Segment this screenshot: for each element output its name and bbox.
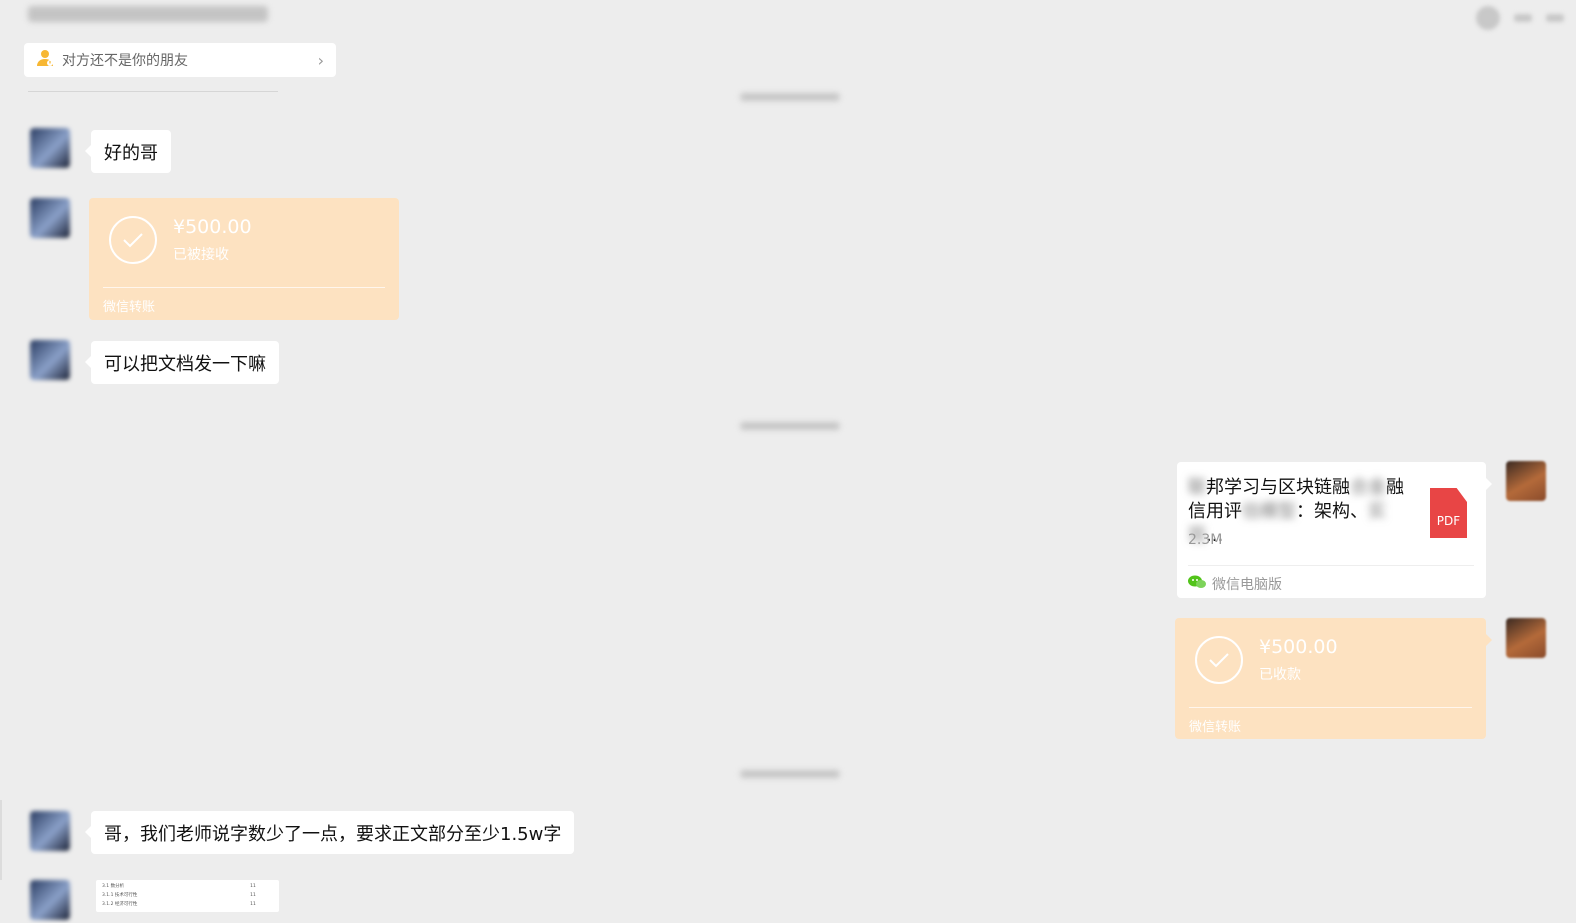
thumb-line: 3.1.1 技术可行性 11: [102, 892, 256, 898]
file-size: 2.3M: [1188, 532, 1223, 548]
header-avatar-icon[interactable]: [1476, 6, 1500, 30]
divider: [103, 287, 385, 288]
timestamp: [740, 422, 840, 430]
file-title: 联邦学习与区块链融合金融 信用评估模型：架构、实现...: [1188, 477, 1404, 546]
header-status-icon: [1514, 14, 1532, 22]
message-text: 好的哥: [104, 142, 158, 164]
message-bubble[interactable]: 可以把文档发一下嘛: [85, 341, 279, 384]
transfer-footer: 微信转账: [103, 300, 156, 315]
avatar[interactable]: [30, 880, 70, 920]
transfer-amount: ¥500.00: [173, 216, 252, 238]
transfer-footer: 微信转账: [1189, 720, 1242, 735]
more-icon[interactable]: [1546, 14, 1564, 22]
transfer-card[interactable]: ¥500.00 已收款 微信转账: [1175, 618, 1492, 739]
avatar[interactable]: [1506, 618, 1546, 658]
notice-divider: [28, 91, 278, 92]
avatar[interactable]: [1506, 461, 1546, 501]
transfer-status: 已收款: [1259, 667, 1301, 683]
divider: [1189, 707, 1472, 708]
check-icon: [109, 216, 157, 264]
avatar[interactable]: [30, 340, 70, 380]
avatar[interactable]: [30, 811, 70, 851]
message-bubble[interactable]: 好的哥: [85, 130, 171, 173]
transfer-status: 已被接收: [173, 247, 229, 263]
image-message[interactable]: 3.1 数分析 11 3.1.1 技术可行性 11 3.1.2 经济可行性 11: [96, 880, 279, 912]
avatar[interactable]: [30, 128, 70, 168]
message-bubble[interactable]: 哥，我们老师说字数少了一点，要求正文部分至少1.5w字: [84, 811, 575, 854]
scroll-edge: [0, 800, 2, 880]
transfer-amount: ¥500.00: [1259, 636, 1338, 658]
divider: [1188, 565, 1474, 566]
friend-notice[interactable]: 对方还不是你的朋友 ›: [24, 43, 336, 77]
check-icon: [1195, 636, 1243, 684]
transfer-card[interactable]: ¥500.00 已被接收 微信转账: [89, 198, 399, 320]
timestamp: [740, 770, 840, 778]
chat-title: [28, 6, 268, 22]
timestamp: [740, 93, 840, 101]
thumb-line: 3.1 数分析 11: [102, 883, 256, 889]
thumb-line: 3.1.2 经济可行性 11: [102, 901, 256, 907]
message-text: 可以把文档发一下嘛: [104, 353, 266, 375]
chevron-right-icon: ›: [317, 50, 324, 70]
person-warning-icon: [36, 49, 54, 71]
file-source: 微信电脑版: [1188, 574, 1282, 594]
message-text: 哥，我们老师说字数少了一点，要求正文部分至少1.5w字: [104, 823, 562, 845]
wechat-icon: [1188, 575, 1206, 593]
file-card[interactable]: 联邦学习与区块链融合金融 信用评估模型：架构、实现... 2.3M PDF 微信…: [1177, 462, 1492, 598]
header-actions: [1476, 6, 1564, 30]
avatar[interactable]: [30, 198, 70, 238]
friend-notice-text: 对方还不是你的朋友: [62, 53, 188, 69]
pdf-file-icon: PDF: [1430, 488, 1467, 538]
